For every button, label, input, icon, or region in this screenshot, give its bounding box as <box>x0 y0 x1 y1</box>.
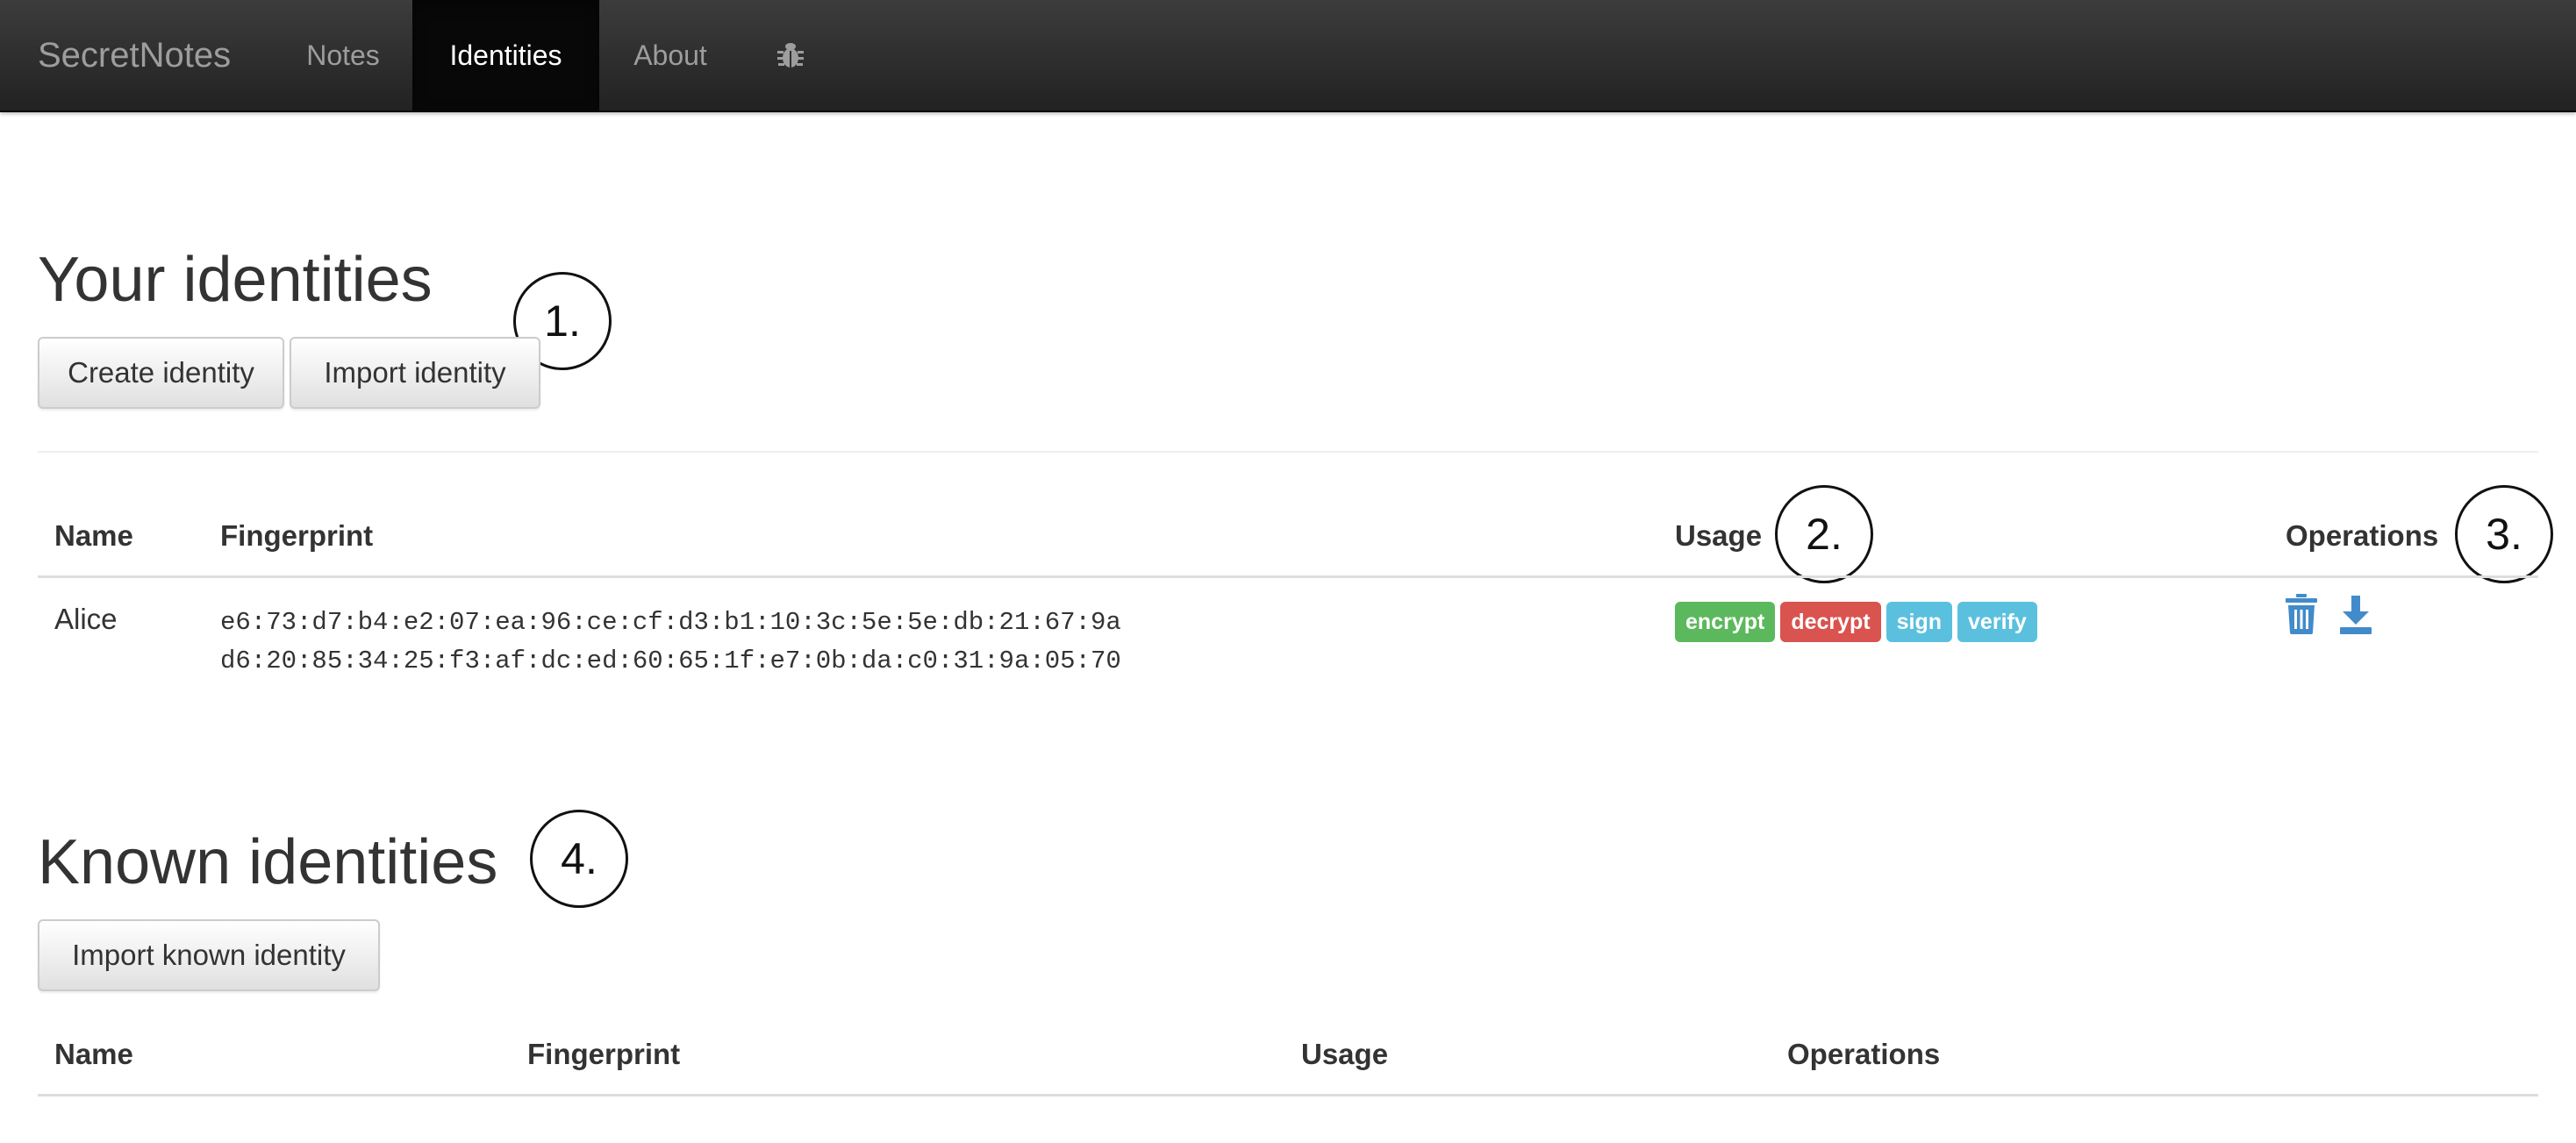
identity-name: Alice <box>54 603 118 635</box>
annotation-callout-4: 4. <box>530 810 628 908</box>
brand-logo[interactable]: SecretNotes <box>38 0 231 111</box>
annotation-callout-2: 2. <box>1775 485 1873 583</box>
section-divider <box>38 451 2538 453</box>
usage-badge-verify: verify <box>1957 602 2037 642</box>
fingerprint-line-1: e6:73:d7:b4:e2:07:ea:96:ce:cf:d3:b1:10:3… <box>220 608 1121 637</box>
column-header-name: Name <box>54 519 133 552</box>
import-known-identity-button[interactable]: Import known identity <box>38 919 380 991</box>
import-identity-button[interactable]: Import identity <box>290 337 540 409</box>
fingerprint-line-2: d6:20:85:34:25:f3:af:dc:ed:60:65:1f:e7:0… <box>220 647 1121 675</box>
known-column-header-operations: Operations <box>1787 1038 1941 1070</box>
column-header-operations: Operations <box>2286 519 2439 552</box>
navbar: SecretNotes Notes Identities About <box>0 0 2576 112</box>
nav-item-about[interactable]: About <box>609 0 732 111</box>
usage-badge-sign: sign <box>1885 602 1953 642</box>
known-table-header-rule <box>38 1094 2538 1097</box>
table-header-rule <box>38 575 2538 578</box>
row-operations <box>2284 594 2389 636</box>
column-header-usage: Usage <box>1675 519 1763 552</box>
page-title-known-identities: Known identities <box>38 827 498 897</box>
bug-icon-glyph <box>777 42 804 68</box>
known-column-header-fingerprint: Fingerprint <box>527 1038 681 1070</box>
known-column-header-name: Name <box>54 1038 133 1070</box>
nav-item-identities[interactable]: Identities <box>412 0 599 111</box>
trash-icon[interactable] <box>2284 594 2319 634</box>
annotation-callout-3: 3. <box>2455 485 2553 583</box>
page-title-your-identities: Your identities <box>38 245 433 315</box>
usage-badge-encrypt: encrypt <box>1675 602 1776 642</box>
identity-fingerprint: e6:73:d7:b4:e2:07:ea:96:ce:cf:d3:b1:10:3… <box>220 604 1121 681</box>
nav-item-notes[interactable]: Notes <box>286 0 400 111</box>
known-column-header-usage: Usage <box>1301 1038 1389 1070</box>
column-header-fingerprint: Fingerprint <box>220 519 374 552</box>
usage-badge-decrypt: decrypt <box>1780 602 1881 642</box>
bug-icon[interactable] <box>762 0 819 111</box>
usage-badges: encrypt decrypt sign verify <box>1675 602 2043 642</box>
create-identity-button[interactable]: Create identity <box>38 337 284 409</box>
download-icon[interactable] <box>2338 594 2373 634</box>
